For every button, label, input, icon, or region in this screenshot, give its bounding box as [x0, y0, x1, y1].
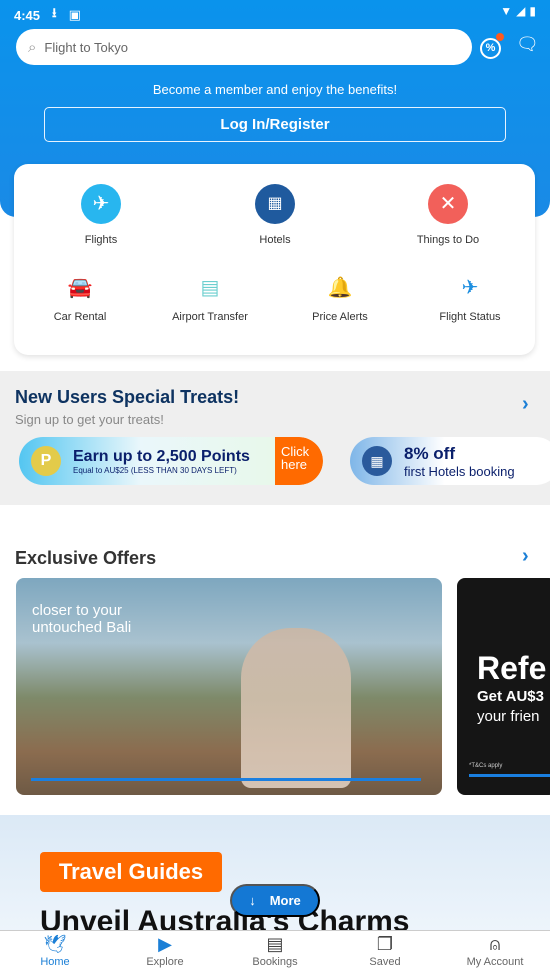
banner-subtitle: Get AU$3 [477, 688, 544, 705]
bookings-icon: ▤ [266, 934, 284, 954]
services-card: ✈ Flights ▦ Hotels ✕ Things to Do 🚘 Car Rent… [14, 164, 535, 355]
banner-progress [31, 778, 421, 781]
hotel-icon: ▦ [255, 184, 295, 224]
flight-status-icon: ✈ [461, 277, 479, 299]
nav-bookings[interactable]: ▤ Bookings [220, 931, 330, 977]
battery-icon: ▮ [529, 4, 536, 18]
hotel-icon: ▦ [362, 446, 392, 476]
service-label: Flight Status [439, 311, 501, 323]
points-promo[interactable]: P Earn up to 2,500 Points Equal to AU$25… [19, 437, 323, 485]
service-flights[interactable]: ✈ Flights [46, 184, 156, 246]
search-input[interactable]: ⌕ Flight to Tokyo [16, 29, 472, 65]
service-label: Things to Do [416, 234, 480, 246]
service-label: Airport Transfer [172, 311, 248, 323]
chat-icon[interactable]: 🗨 [516, 34, 539, 55]
banner-photo-person [241, 628, 351, 788]
treats-title: New Users Special Treats! [15, 387, 240, 407]
nav-my-account[interactable]: ⍝ My Account [440, 931, 550, 977]
car-icon: 🚘 [67, 277, 93, 299]
bird-icon: 🕊 [43, 934, 67, 954]
service-label: Price Alerts [312, 311, 368, 323]
referral-banner[interactable]: Refe Get AU$3 your frien *T&Cs apply [457, 578, 550, 795]
bell-icon: 🔔 [327, 277, 353, 299]
explore-play-icon: ▶ [158, 934, 172, 954]
bali-banner[interactable]: closer to your untouched Bali [16, 578, 442, 795]
service-label: Hotels [259, 234, 291, 246]
service-things-to-do[interactable]: ✕ Things to Do [393, 184, 503, 246]
service-flight-status[interactable]: ✈ Flight Status [415, 273, 525, 323]
bottom-nav: 🕊 Home ▶ Explore ▤ Bookings ❐ Saved ⍝ My Acco… [0, 930, 550, 977]
service-car-rental[interactable]: 🚘 Car Rental [25, 273, 135, 323]
banner-title: Refe [477, 650, 547, 686]
airplane-icon: ✈ [81, 184, 121, 224]
terms-text: *T&Cs apply [469, 763, 503, 769]
travel-guides-badge: Travel Guides [40, 852, 222, 892]
banner-progress [469, 774, 550, 777]
service-label: Flights [84, 234, 118, 246]
signal-icon: ◢ [516, 4, 526, 18]
transfer-icon: ▤ [200, 277, 220, 299]
click-here-button[interactable]: Click here [275, 437, 323, 485]
nav-label: Saved [369, 956, 401, 968]
nav-label: Home [40, 956, 70, 968]
status-time: 4:45 [14, 7, 41, 23]
service-hotels[interactable]: ▦ Hotels [220, 184, 330, 246]
service-price-alerts[interactable]: 🔔 Price Alerts [285, 273, 395, 323]
nav-label: Bookings [252, 956, 298, 968]
download-icon: ⭳ [52, 5, 57, 20]
status-icons: ▼ ◢ ▮ [500, 4, 536, 18]
deals-icon[interactable]: % [480, 33, 504, 59]
promo-title: 8% off [404, 443, 455, 463]
search-icon: ⌕ [28, 38, 37, 56]
points-coin-icon: P [31, 446, 61, 476]
arrow-down-icon: ↓ [249, 893, 256, 908]
exclusive-offers-title: Exclusive Offers [15, 548, 157, 568]
promo-title: Earn up to 2,500 Points [73, 447, 250, 465]
hotel-promo[interactable]: ▦ 8% off first Hotels booking [350, 437, 550, 485]
status-bar: 4:45 ⭳ ▣ [14, 4, 81, 26]
banner-text: closer to your untouched Bali [32, 602, 132, 636]
service-airport-transfer[interactable]: ▤ Airport Transfer [155, 273, 265, 323]
service-label: Car Rental [53, 311, 107, 323]
bookmark-icon: ❐ [376, 934, 394, 954]
nav-explore[interactable]: ▶ Explore [110, 931, 220, 977]
user-icon: ⍝ [489, 934, 501, 954]
notification-icon: ▣ [68, 7, 81, 22]
more-label: More [269, 893, 301, 908]
chevron-right-icon[interactable]: › [522, 393, 529, 416]
nav-label: Explore [146, 956, 184, 968]
activities-icon: ✕ [428, 184, 468, 224]
treats-subtitle: Sign up to get your treats! [15, 412, 164, 427]
nav-home[interactable]: 🕊 Home [0, 931, 110, 977]
nav-saved[interactable]: ❐ Saved [330, 931, 440, 977]
chevron-right-icon[interactable]: › [522, 545, 529, 568]
login-register-button[interactable]: Log In/Register [44, 107, 506, 142]
more-button[interactable]: ↓ More [230, 884, 320, 917]
member-text: Become a member and enjoy the benefits! [152, 82, 398, 97]
search-placeholder: Flight to Tokyo [44, 39, 128, 55]
promo-subtitle: Equal to AU$25 (LESS THAN 30 DAYS LEFT) [73, 465, 237, 475]
banner-subtitle: your frien [477, 708, 540, 725]
promo-subtitle: first Hotels booking [404, 463, 515, 479]
wifi-icon: ▼ [500, 4, 513, 18]
nav-label: My Account [466, 956, 524, 968]
